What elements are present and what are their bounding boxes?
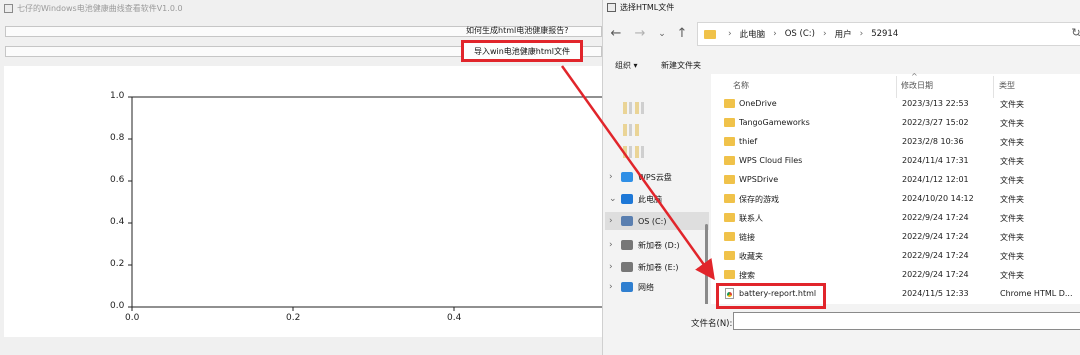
annotation-arrow [560, 65, 715, 281]
